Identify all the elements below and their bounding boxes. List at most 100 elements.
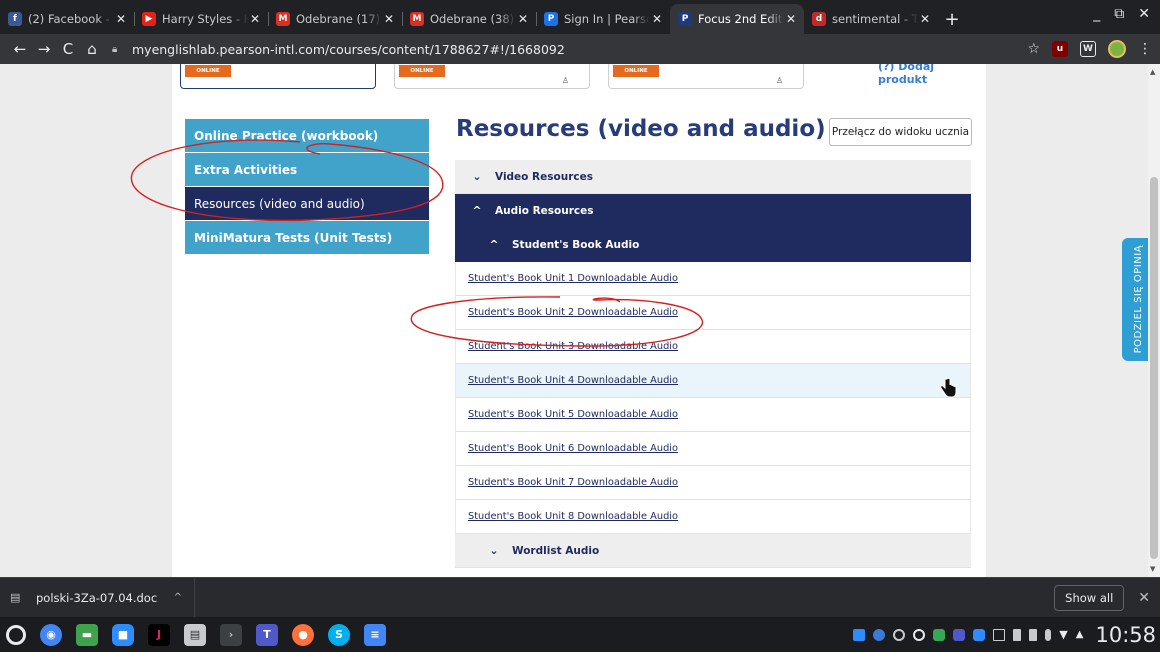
close-tab-icon[interactable]: ✕	[784, 12, 798, 26]
tab-title: Focus 2nd Edition	[698, 12, 784, 26]
skype-icon[interactable]: S	[328, 623, 350, 646]
forward-icon[interactable]: →	[32, 40, 56, 58]
bookmark-star-icon[interactable]: ☆	[1027, 41, 1040, 57]
scroll-down-icon[interactable]: ▼	[1150, 565, 1155, 573]
minimize-icon[interactable]: _	[1093, 6, 1100, 22]
window-controls: _ ⧉ ✕	[1093, 6, 1150, 22]
scroll-up-icon[interactable]: ▲	[1150, 68, 1155, 76]
audio-resources-header[interactable]: ^ Audio Resources	[455, 194, 971, 228]
url-text: myenglishlab.pearson-intl.com/courses/co…	[132, 41, 565, 57]
section-label: Wordlist Audio	[512, 544, 600, 557]
chevron-up-icon[interactable]: ^	[174, 592, 182, 603]
menu-extra-activities[interactable]: Extra Activities	[185, 153, 429, 186]
audio-download-link[interactable]: Student's Book Unit 4 Downloadable Audio	[455, 364, 971, 398]
audio-download-link[interactable]: Student's Book Unit 1 Downloadable Audio	[455, 262, 971, 296]
menu-minimatura-tests[interactable]: MiniMatura Tests (Unit Tests)	[185, 221, 429, 254]
user-icon: ♙	[775, 76, 783, 85]
tray-notification-icon[interactable]	[873, 628, 886, 641]
switch-to-student-view-button[interactable]: Przełącz do widoku ucznia	[829, 118, 972, 146]
print-icon[interactable]: ▤	[184, 623, 206, 646]
menu-online-practice[interactable]: Online Practice (workbook)	[185, 119, 429, 152]
launcher-icon[interactable]	[6, 624, 26, 645]
download-shelf: ▤ polski-3Za-07.04.doc ^ Show all ✕	[0, 577, 1160, 618]
lock-icon: 🔒︎	[112, 43, 118, 55]
browser-menu-icon[interactable]: ⋮	[1138, 41, 1152, 57]
browser-tab[interactable]: M Odebrane (17) - w✕	[268, 4, 402, 34]
tray-expand-icon[interactable]: ▲	[1076, 629, 1084, 640]
microphone-icon[interactable]	[1045, 628, 1052, 641]
back-icon[interactable]: ←	[8, 40, 32, 58]
close-tab-icon[interactable]: ✕	[382, 12, 396, 26]
course-card[interactable]: ONLINE PRACTICE ♙	[608, 64, 804, 89]
tray-app-icon[interactable]	[853, 628, 866, 641]
firefox-icon[interactable]: ●	[292, 623, 314, 646]
word-extension-icon[interactable]: W	[1080, 41, 1096, 57]
audio-download-link[interactable]: Student's Book Unit 3 Downloadable Audio	[455, 330, 971, 364]
browser-tab[interactable]: ▶ Harry Styles - Kiwi✕	[134, 4, 268, 34]
restore-icon[interactable]: ⧉	[1114, 6, 1124, 22]
online-practice-banner: ONLINE PRACTICE	[613, 65, 659, 86]
reload-icon[interactable]: C	[56, 40, 80, 58]
page-scrollbar[interactable]: ▲ ▼	[1148, 64, 1160, 577]
browser-tab[interactable]: P Sign In | Pearson✕	[536, 4, 670, 34]
chevron-down-icon: ⌄	[472, 170, 482, 183]
wifi-icon[interactable]: ▼	[1059, 628, 1067, 641]
close-tab-icon[interactable]: ✕	[516, 12, 530, 26]
battery-icon[interactable]	[1029, 628, 1038, 641]
download-item[interactable]: ▤ polski-3Za-07.04.doc ^	[10, 577, 195, 618]
volume-icon[interactable]	[1013, 628, 1022, 641]
tray-sync-icon[interactable]	[893, 628, 906, 641]
tray-zoom-icon[interactable]	[973, 628, 986, 641]
teams-icon[interactable]: T	[256, 623, 278, 646]
tray-teams-icon[interactable]	[953, 628, 966, 641]
audio-download-link[interactable]: Student's Book Unit 2 Downloadable Audio	[455, 296, 971, 330]
tab-title: Odebrane (38) - d	[430, 12, 516, 26]
show-all-downloads-button[interactable]: Show all	[1054, 584, 1125, 611]
zoom-icon[interactable]: ■	[112, 623, 134, 646]
close-tab-icon[interactable]: ✕	[114, 12, 128, 26]
jetbrains-icon[interactable]: J	[148, 623, 170, 646]
document-icon: ▤	[10, 590, 21, 604]
browser-tab[interactable]: P Focus 2nd Edition✕	[670, 4, 804, 34]
video-resources-header[interactable]: ⌄ Video Resources	[455, 160, 971, 194]
files-icon[interactable]: ▬	[76, 623, 98, 646]
address-bar[interactable]: 🔒︎ myenglishlab.pearson-intl.com/courses…	[112, 37, 1019, 61]
close-tab-icon[interactable]: ✕	[248, 12, 262, 26]
browser-tab[interactable]: d sentimental - Tłum✕	[804, 4, 938, 34]
online-practice-banner: ONLINE PRACTICE	[399, 65, 445, 86]
hand-cursor-icon	[940, 377, 957, 398]
gmail-icon: M	[276, 12, 290, 26]
wordlist-audio-header[interactable]: ⌄ Wordlist Audio	[455, 534, 971, 568]
new-tab-icon[interactable]: +	[938, 4, 966, 34]
close-tab-icon[interactable]: ✕	[918, 12, 932, 26]
audio-list: Student's Book Unit 1 Downloadable Audio…	[455, 262, 971, 534]
section-label: Audio Resources	[495, 204, 594, 217]
pearson-focus-icon: P	[678, 12, 692, 26]
chrome-icon[interactable]: ◉	[40, 623, 62, 646]
terminal-icon[interactable]: ›	[220, 623, 242, 646]
ublock-extension-icon[interactable]: u	[1052, 41, 1068, 57]
close-shelf-icon[interactable]: ✕	[1138, 590, 1150, 606]
audio-download-link[interactable]: Student's Book Unit 6 Downloadable Audio	[455, 432, 971, 466]
scrollbar-thumb[interactable]	[1150, 177, 1158, 559]
profile-avatar[interactable]	[1108, 40, 1126, 58]
home-icon[interactable]: ⌂	[80, 40, 104, 58]
audio-download-link[interactable]: Student's Book Unit 5 Downloadable Audio	[455, 398, 971, 432]
browser-tab[interactable]: f (2) Facebook - http✕	[0, 4, 134, 34]
course-card[interactable]: ONLINE PRACTICE	[180, 64, 376, 89]
tray-status-icon[interactable]	[913, 628, 926, 641]
students-book-audio-header[interactable]: ^ Student's Book Audio	[455, 228, 971, 262]
audio-download-link[interactable]: Student's Book Unit 8 Downloadable Audio	[455, 500, 971, 534]
tray-screen-icon[interactable]	[993, 628, 1006, 641]
docs-icon[interactable]: ≡	[364, 623, 386, 646]
audio-download-link[interactable]: Student's Book Unit 7 Downloadable Audio	[455, 466, 971, 500]
course-card[interactable]: ONLINE PRACTICE ♙	[394, 64, 590, 89]
add-product-link[interactable]: (?) Dodaj produkt	[878, 64, 986, 86]
tray-check-icon[interactable]	[933, 628, 946, 641]
menu-resources[interactable]: Resources (video and audio)	[185, 187, 429, 220]
browser-tab[interactable]: M Odebrane (38) - d✕	[402, 4, 536, 34]
close-window-icon[interactable]: ✕	[1138, 6, 1150, 22]
tab-title: sentimental - Tłum	[832, 12, 918, 26]
resources-accordion: ⌄ Video Resources ^ Audio Resources ^ St…	[455, 160, 971, 568]
close-tab-icon[interactable]: ✕	[650, 12, 664, 26]
